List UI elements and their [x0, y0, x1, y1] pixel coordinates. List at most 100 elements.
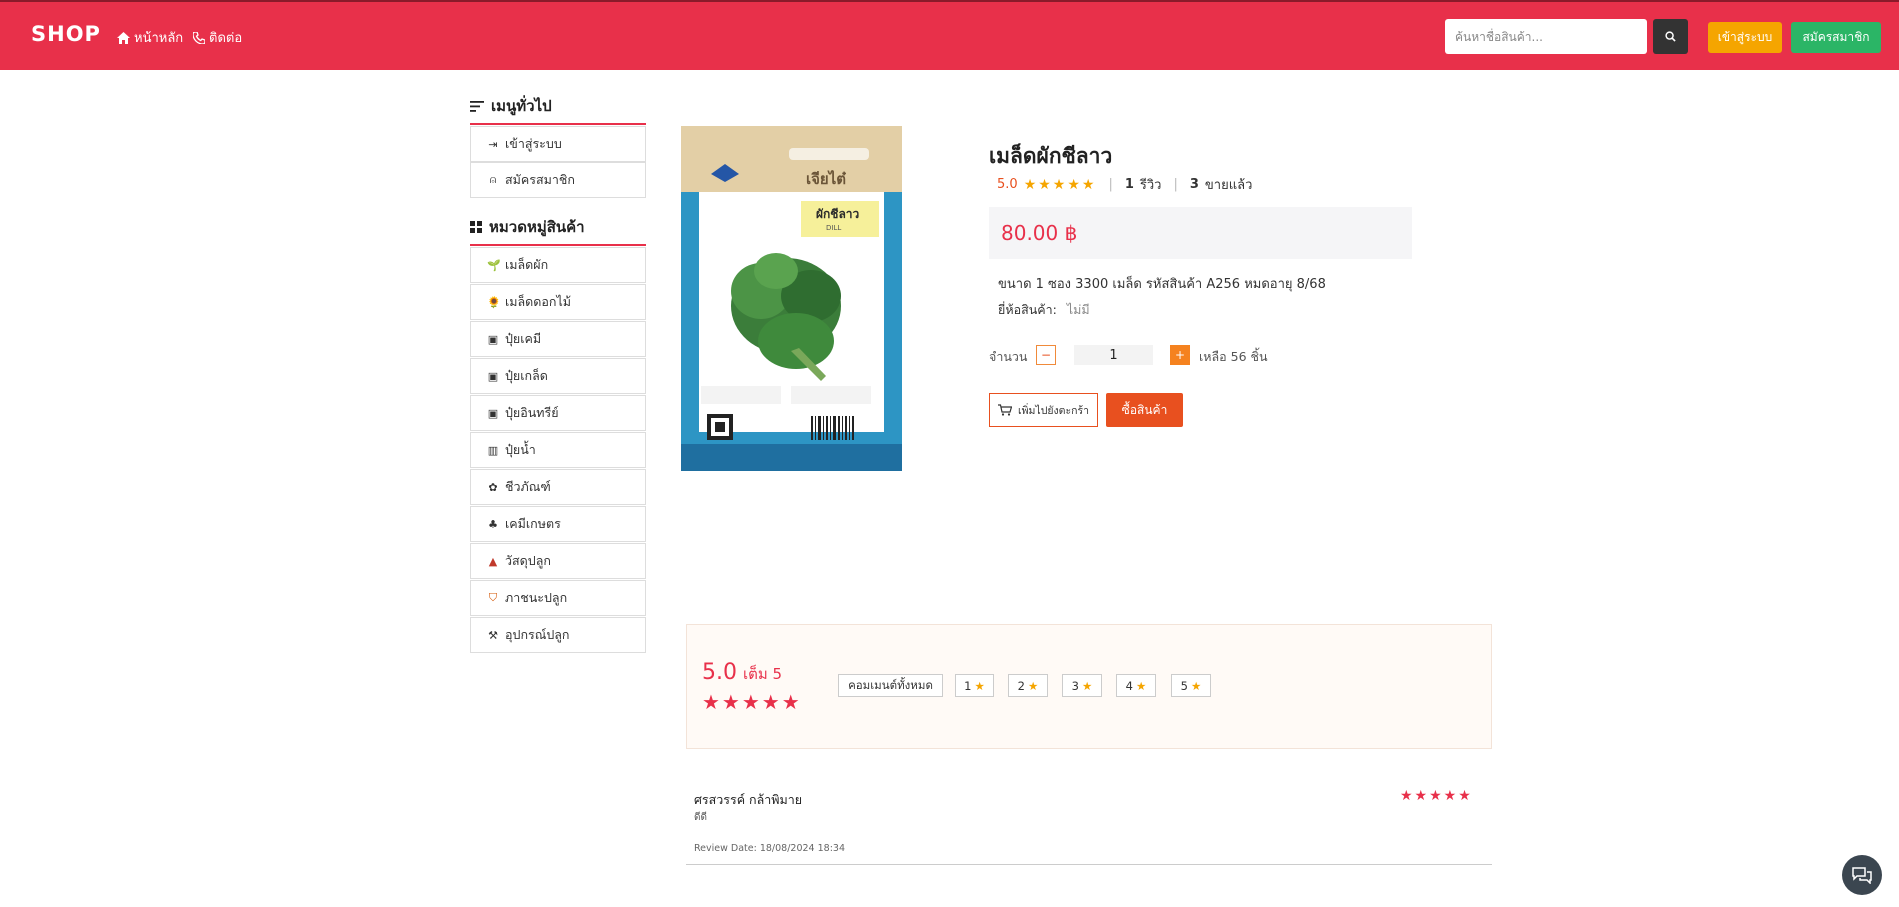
sidebar-item-label: เคมีเกษตร: [505, 516, 561, 531]
chat-button[interactable]: [1842, 855, 1882, 895]
sidebar-item-label: อุปกรณ์ปลูก: [505, 627, 570, 642]
home-icon: [117, 31, 130, 44]
sidebar-item-organic-fertilizer[interactable]: ▣ ปุ๋ยอินทรีย์: [470, 395, 646, 431]
filter-label: 4: [1125, 678, 1133, 693]
pot-icon: ⛉: [488, 591, 498, 604]
product-price: 80.00 ฿: [1001, 221, 1078, 245]
flower-icon: 🌻: [487, 295, 501, 309]
review-date: Review Date: 18/08/2024 18:34: [694, 843, 845, 854]
general-menu-title: เมนูทั่วไป: [491, 97, 552, 115]
filter-label: 3: [1071, 678, 1079, 693]
phone-icon: [193, 31, 205, 44]
sidebar-item-flower-seeds[interactable]: 🌻 เมล็ดดอกไม้: [470, 284, 646, 320]
agrochemical-icon: ♣: [488, 517, 498, 531]
nav-contact-link[interactable]: ติดต่อ: [193, 27, 242, 48]
soil-icon: ▲: [488, 554, 498, 568]
review-count: 1: [1124, 177, 1134, 192]
star-icon: ★: [1191, 678, 1202, 693]
rating-stars: ★★★★★: [1023, 176, 1097, 193]
add-to-cart-button[interactable]: เพิ่มไปยังตะกร้า: [989, 393, 1098, 427]
sidebar-item-growing-media[interactable]: ▲ วัสดุปลูก: [470, 543, 646, 579]
buy-now-button[interactable]: ซื้อสินค้า: [1106, 393, 1183, 427]
cart-icon: [997, 404, 1012, 416]
seed-packet-illustration: เจียไต๋ ผักชีลาว DILL: [681, 126, 902, 471]
register-button[interactable]: สมัครสมาชิก: [1791, 22, 1881, 53]
review-divider: [686, 864, 1492, 865]
quantity-input[interactable]: [1074, 345, 1153, 365]
star-icon: ★: [1028, 678, 1039, 693]
star-icon: ★: [1082, 678, 1093, 693]
sidebar-item-label: ปุ๋ยอินทรีย์: [505, 405, 559, 420]
quantity-decrease-button[interactable]: −: [1036, 345, 1056, 365]
quantity-label: จำนวน: [989, 349, 1028, 364]
review-comment: ดีดี: [694, 812, 707, 823]
sold-word: ขายแล้ว: [1204, 178, 1253, 193]
average-rating-stars: ★★★★★: [702, 690, 802, 714]
sidebar-item-agrochemicals[interactable]: ♣ เคมีเกษตร: [470, 506, 646, 542]
nav-contact-label: ติดต่อ: [209, 31, 243, 46]
filter-1-star[interactable]: 1 ★: [955, 674, 994, 697]
menu-lines-icon: [470, 100, 484, 112]
product-image[interactable]: เจียไต๋ ผักชีลาว DILL: [681, 126, 902, 471]
average-rating: 5.0 เต็ม 5: [702, 660, 782, 686]
sidebar-item-vegetable-seeds[interactable]: 🌱 เมล็ดผัก: [470, 247, 646, 283]
login-icon: ⇥: [488, 137, 498, 151]
sidebar-item-liquid-fertilizer[interactable]: ▥ ปุ๋ยน้ำ: [470, 432, 646, 468]
sidebar-item-login[interactable]: ⇥ เข้าสู่ระบบ: [470, 126, 646, 162]
sidebar-item-label: ปุ๋ยเคมี: [505, 331, 542, 346]
sidebar-item-flake-fertilizer[interactable]: ▣ ปุ๋ยเกล็ด: [470, 358, 646, 394]
stock-remaining: เหลือ 56 ชิ้น: [1199, 349, 1268, 364]
filter-2-star[interactable]: 2 ★: [1008, 674, 1048, 697]
sidebar-item-label: ปุ๋ยเกล็ด: [505, 368, 548, 383]
sidebar-item-label: เข้าสู่ระบบ: [505, 136, 562, 151]
nav-home-label: หน้าหลัก: [134, 31, 184, 46]
filter-3-star[interactable]: 3 ★: [1062, 674, 1102, 697]
search-icon: [1665, 31, 1676, 42]
sidebar-item-label: ปุ๋ยน้ำ: [505, 442, 536, 457]
chat-bubbles-icon: [1852, 867, 1872, 884]
garden-tool-icon: ⚒: [488, 628, 498, 642]
sidebar-item-bio-products[interactable]: ✿ ชีวภัณฑ์: [470, 469, 646, 505]
filter-4-star[interactable]: 4 ★: [1116, 674, 1156, 697]
product-title: เมล็ดผักชีลาว: [989, 144, 1113, 168]
filter-label: 5: [1180, 678, 1188, 693]
sidebar-item-label: สมัครสมาชิก: [505, 172, 575, 187]
sidebar-item-label: ชีวภัณฑ์: [505, 479, 551, 494]
sidebar-item-label: วัสดุปลูก: [505, 553, 551, 568]
sidebar-item-register[interactable]: ⍝ สมัครสมาชิก: [470, 162, 646, 198]
user-plus-icon: ⍝: [489, 173, 497, 186]
fertilizer-bag-icon: ▣: [487, 332, 499, 346]
divider: |: [1173, 177, 1178, 192]
product-rating-row: 5.0 ★★★★★ | 1 รีวิว | 3 ขายแล้ว: [997, 174, 1252, 195]
search-input[interactable]: [1445, 19, 1647, 54]
brand-label: ยี่ห้อสินค้า:: [998, 302, 1057, 317]
filter-all-comments[interactable]: คอมเมนต์ทั้งหมด: [838, 674, 943, 697]
sidebar-item-garden-tools[interactable]: ⚒ อุปกรณ์ปลูก: [470, 617, 646, 653]
sidebar-item-chemical-fertilizer[interactable]: ▣ ปุ๋ยเคมี: [470, 321, 646, 357]
fertilizer-flake-icon: ▣: [487, 369, 499, 383]
general-menu-heading: เมนูทั่วไป: [470, 96, 646, 116]
product-brand-line: ยี่ห้อสินค้า: ไม่มี: [998, 300, 1090, 320]
filter-label: 2: [1017, 678, 1025, 693]
sidebar-item-label: เมล็ดผัก: [505, 257, 549, 272]
sidebar-item-label: ภาชนะปลูก: [505, 590, 568, 605]
brand-logo[interactable]: SHOP: [31, 22, 101, 46]
review-word: รีวิว: [1139, 178, 1162, 193]
category-menu-title: หมวดหมู่สินค้า: [489, 218, 585, 236]
bio-product-icon: ✿: [488, 480, 498, 494]
search-button[interactable]: [1653, 19, 1688, 54]
sidebar-item-planting-pots[interactable]: ⛉ ภาชนะปลูก: [470, 580, 646, 616]
filter-5-star[interactable]: 5 ★: [1171, 674, 1211, 697]
add-to-cart-label: เพิ่มไปยังตะกร้า: [1017, 404, 1089, 417]
rating-value: 5.0: [997, 177, 1018, 192]
review-stars: ★★★★★: [1400, 788, 1473, 804]
category-menu-heading: หมวดหมู่สินค้า: [470, 217, 646, 237]
nav-home-link[interactable]: หน้าหลัก: [117, 27, 183, 48]
top-navbar: SHOP หน้าหลัก ติดต่อ เข้าสู่ระบบ สมัครสม…: [0, 0, 1899, 70]
category-menu-underline: [470, 244, 646, 246]
star-icon: ★: [1136, 678, 1147, 693]
grid-icon: [470, 221, 482, 233]
star-icon: ★: [974, 678, 985, 693]
quantity-increase-button[interactable]: +: [1170, 345, 1190, 365]
login-button[interactable]: เข้าสู่ระบบ: [1708, 22, 1782, 53]
